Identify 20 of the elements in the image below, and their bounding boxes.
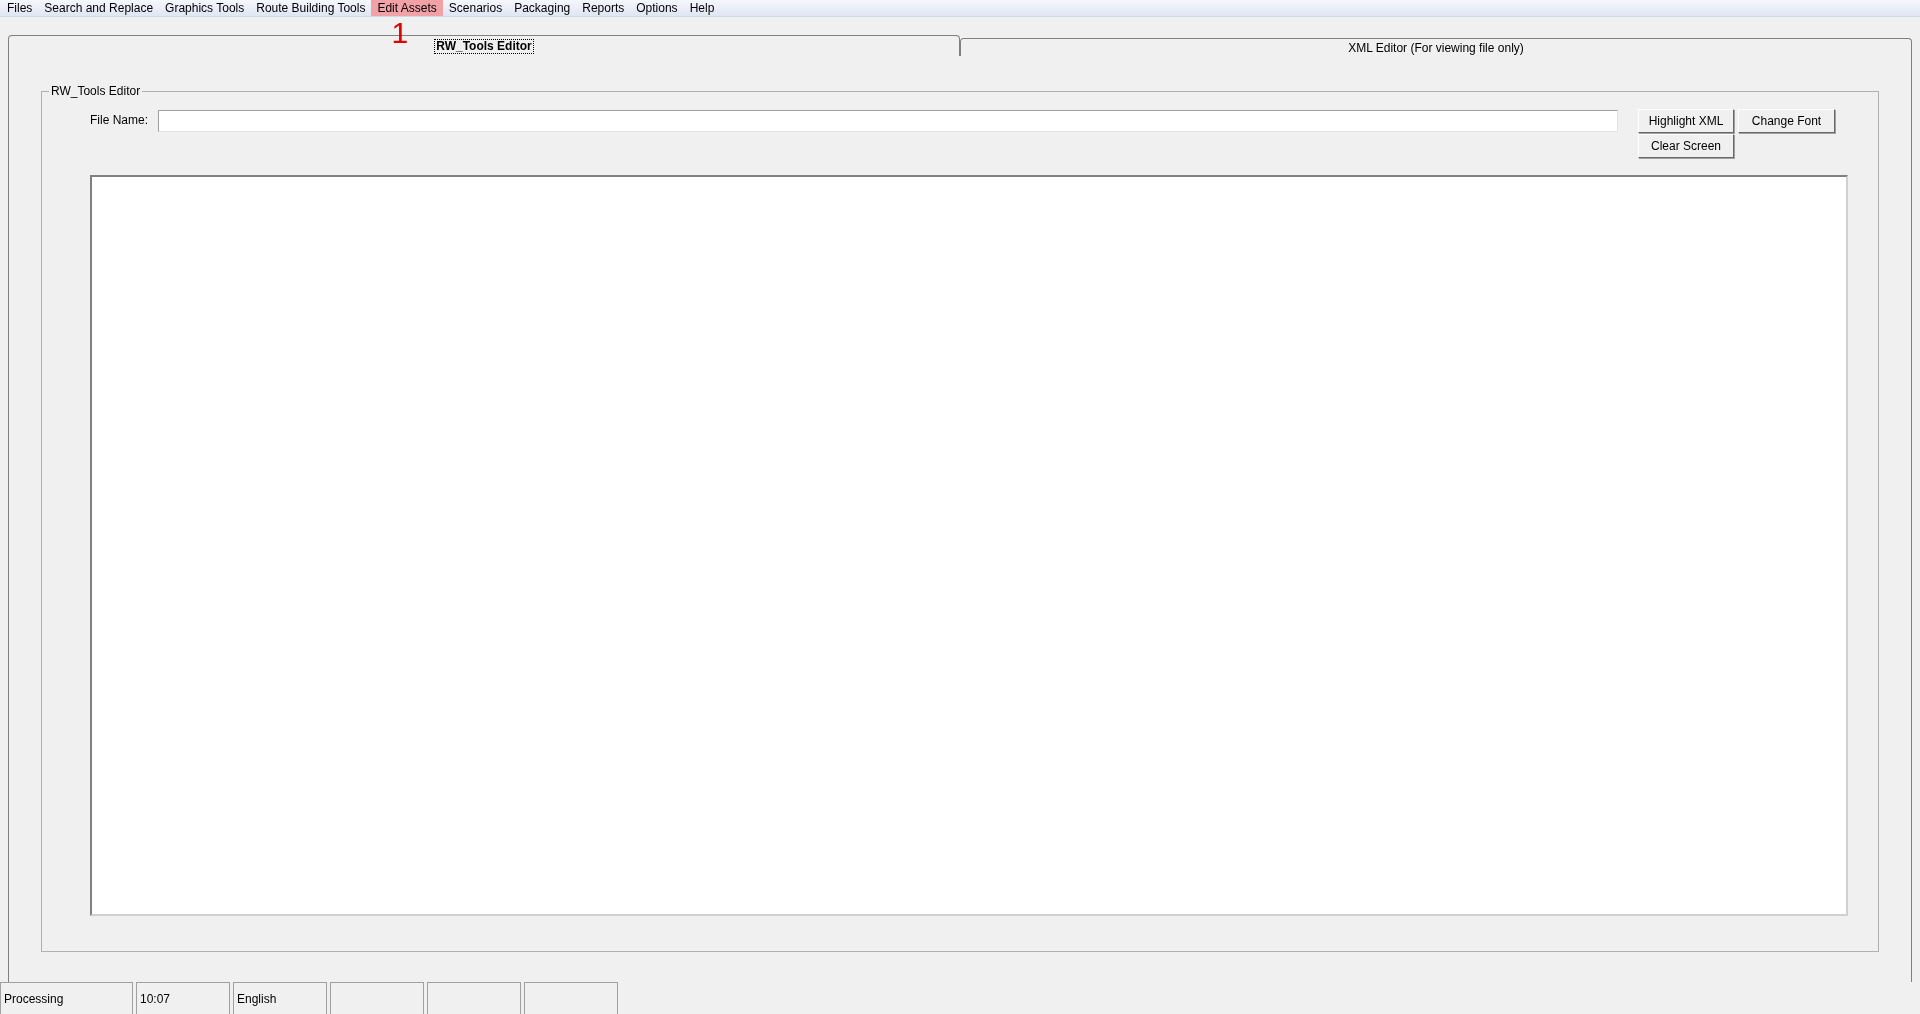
menu-item[interactable]: Reports: [576, 0, 631, 16]
status-panel: English: [233, 982, 327, 1014]
clear-screen-button[interactable]: Clear Screen: [1638, 134, 1734, 158]
menu-item[interactable]: Search and Replace: [38, 0, 160, 16]
status-panel: Processing: [0, 982, 133, 1014]
menu-item[interactable]: Files: [1, 0, 39, 16]
change-font-button[interactable]: Change Font: [1738, 109, 1835, 133]
highlight-xml-button[interactable]: Highlight XML: [1638, 109, 1734, 133]
menu-item[interactable]: Route Building Tools: [250, 0, 372, 16]
menu-item[interactable]: Scenarios: [442, 0, 509, 16]
file-name-label: File Name:: [90, 112, 148, 129]
file-name-field[interactable]: [158, 110, 1618, 132]
menu-item[interactable]: Edit Assets: [371, 0, 443, 16]
group-title: RW_Tools Editor: [49, 84, 143, 98]
status-panel: 10:07: [136, 982, 230, 1014]
menu-item[interactable]: Help: [683, 0, 721, 16]
menu-item[interactable]: Packaging: [508, 0, 577, 16]
tab[interactable]: XML Editor (For viewing file only): [960, 38, 1912, 56]
menu-item[interactable]: Options: [630, 0, 684, 16]
menu-item[interactable]: Graphics Tools: [159, 0, 251, 16]
